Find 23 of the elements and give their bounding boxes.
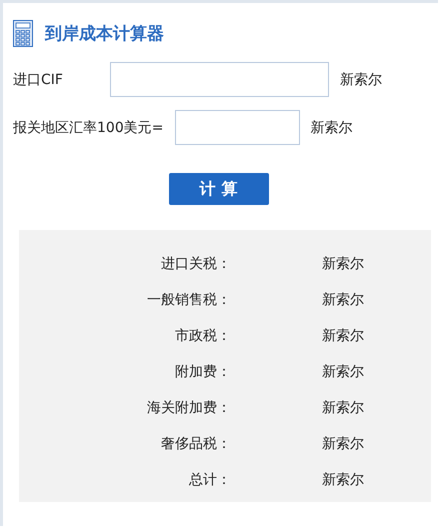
result-unit: 新索尔 bbox=[322, 363, 364, 381]
calculator-icon bbox=[13, 20, 33, 47]
unit-label: 新索尔 bbox=[340, 70, 382, 88]
result-unit: 新索尔 bbox=[322, 291, 364, 309]
result-unit: 新索尔 bbox=[322, 471, 364, 489]
result-unit: 新索尔 bbox=[322, 327, 364, 345]
input-field[interactable] bbox=[110, 62, 329, 97]
field-label: 报关地区汇率100美元= bbox=[13, 118, 164, 136]
result-label: 进口关税： bbox=[160, 255, 231, 273]
result-label: 海关附加费： bbox=[146, 399, 231, 417]
result-label: 一般销售税： bbox=[146, 291, 231, 309]
calculator-title: 到岸成本计算器 bbox=[45, 23, 164, 45]
field-label: 进口CIF bbox=[13, 70, 64, 88]
result-label: 附加费： bbox=[174, 363, 231, 381]
result-unit: 新索尔 bbox=[322, 255, 364, 273]
result-label: 总计： bbox=[188, 471, 231, 489]
calculate-button[interactable]: 计 算 bbox=[168, 173, 268, 205]
result-unit: 新索尔 bbox=[322, 435, 364, 453]
result-unit: 新索尔 bbox=[322, 399, 364, 417]
input-field[interactable] bbox=[175, 110, 300, 145]
result-label: 奢侈品税： bbox=[160, 435, 231, 453]
unit-label: 新索尔 bbox=[310, 118, 352, 136]
result-label: 市政税： bbox=[174, 327, 231, 345]
